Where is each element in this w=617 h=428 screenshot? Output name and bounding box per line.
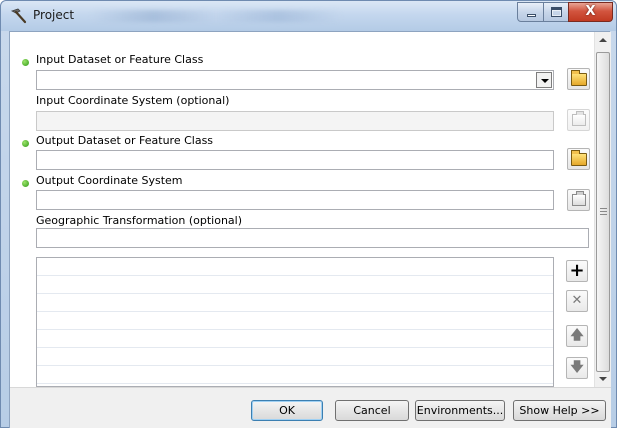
maximize-icon (551, 7, 562, 17)
remove-x-icon: ✕ (571, 293, 583, 308)
list-row-divider (37, 311, 553, 312)
geo-transform-field[interactable] (36, 228, 589, 248)
output-dataset-field[interactable] (36, 150, 554, 170)
ok-button[interactable]: OK (251, 400, 323, 421)
spatial-reference-properties-icon (572, 191, 586, 206)
open-folder-icon (571, 150, 587, 166)
blurred-title-text (91, 10, 341, 22)
title-bar[interactable]: Project X (1, 1, 616, 31)
arrow-down-icon: 🡇 (570, 360, 584, 375)
environments-button[interactable]: Environments... (415, 400, 505, 421)
input-coord-sys-label: Input Coordinate System (optional) (36, 94, 230, 107)
project-tool-window: Project X Input Dataset or Feature Class… (0, 0, 617, 428)
input-dataset-combobox[interactable] (36, 70, 554, 90)
minimize-icon (527, 14, 536, 17)
chevron-down-icon[interactable] (536, 72, 552, 88)
list-row-divider (37, 293, 553, 294)
geo-transform-label: Geographic Transformation (optional) (36, 214, 243, 227)
input-dataset-browse-button[interactable] (567, 68, 590, 90)
spatial-reference-properties-icon (572, 111, 586, 126)
remove-item-button[interactable]: ✕ (566, 290, 588, 312)
output-coord-sys-field[interactable] (36, 190, 554, 210)
close-icon: X (585, 4, 596, 19)
dialog-client-area: Input Dataset or Feature Class Input Coo… (9, 31, 611, 428)
output-coord-sys-properties-button[interactable] (567, 189, 590, 211)
list-row-divider (37, 383, 553, 384)
list-row-divider (37, 347, 553, 348)
input-coord-sys-field (36, 111, 554, 131)
required-indicator-icon (22, 180, 29, 187)
plus-icon: + (569, 260, 585, 281)
dialog-button-bar: OK Cancel Environments... Show Help >> (10, 387, 611, 428)
scroll-down-arrow-icon[interactable] (595, 371, 611, 387)
scroll-up-arrow-icon[interactable] (595, 32, 611, 48)
vertical-scrollbar[interactable] (594, 32, 611, 387)
input-coord-sys-properties-button (567, 109, 590, 131)
list-row-divider (37, 275, 553, 276)
window-title: Project (33, 8, 75, 22)
input-dataset-label: Input Dataset or Feature Class (36, 53, 204, 66)
output-coord-sys-label: Output Coordinate System (36, 174, 183, 187)
required-indicator-icon (22, 59, 29, 66)
hammer-icon (10, 8, 27, 24)
maximize-button[interactable] (543, 2, 569, 22)
arrow-up-icon: 🡅 (570, 328, 584, 343)
output-dataset-browse-button[interactable] (567, 148, 590, 170)
cancel-button[interactable]: Cancel (335, 400, 409, 421)
list-row-divider (37, 329, 553, 330)
parameters-panel: Input Dataset or Feature Class Input Coo… (10, 32, 594, 387)
move-down-button[interactable]: 🡇 (566, 357, 588, 379)
add-item-button[interactable]: + (566, 260, 588, 282)
required-indicator-icon (22, 140, 29, 147)
geo-transform-list[interactable] (36, 257, 554, 387)
move-up-button[interactable]: 🡅 (566, 325, 588, 347)
minimize-button[interactable] (517, 2, 544, 22)
list-row-divider (37, 365, 553, 366)
close-button[interactable]: X (568, 2, 613, 22)
show-help-button[interactable]: Show Help >> (513, 400, 606, 421)
open-folder-icon (571, 70, 587, 86)
scrollbar-thumb[interactable] (596, 52, 610, 372)
output-dataset-label: Output Dataset or Feature Class (36, 134, 214, 147)
scrollbar-grip-icon (600, 208, 607, 215)
